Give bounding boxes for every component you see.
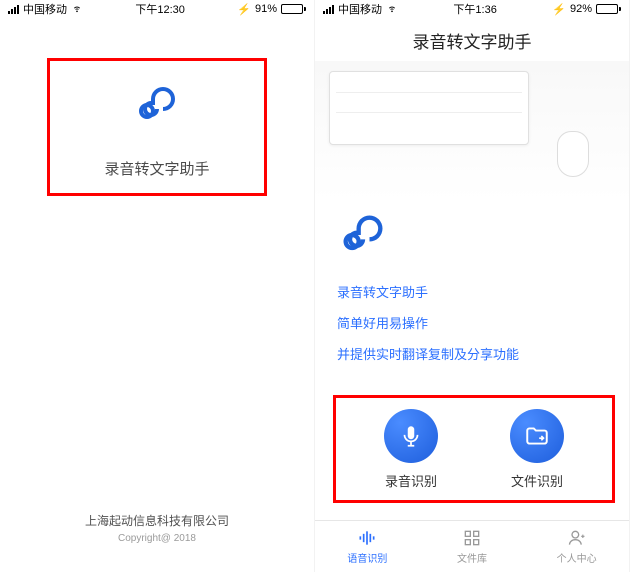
microphone-icon (384, 409, 438, 463)
intro-line-1: 录音转文字助手 (337, 282, 607, 301)
status-time: 下午1:36 (453, 1, 496, 17)
folder-icon (510, 409, 564, 463)
copyright-label: Copyright@ 2018 (0, 533, 314, 544)
app-name-label: 录音转文字助手 (104, 158, 209, 179)
app-logo (337, 248, 389, 265)
intro-line-2: 简单好用易操作 (337, 313, 607, 332)
tab-voice-label: 语音识别 (347, 550, 387, 565)
status-bar: 中国移动 下午12:30 ⚡ 91% (0, 0, 314, 18)
phone-splash-screen: 中国移动 下午12:30 ⚡ 91% 录音转文字助手 上 (0, 0, 315, 572)
signal-icon (8, 5, 19, 14)
charging-icon: ⚡ (237, 3, 251, 16)
phone-main-screen: 中国移动 下午1:36 ⚡ 92% 录音转文字助手 录音转文字助手 (315, 0, 630, 572)
tab-bar: 语音识别 文件库 个人中心 (315, 520, 629, 572)
record-action[interactable]: 录音识别 (384, 409, 438, 490)
highlight-box-actions: 录音识别 文件识别 (333, 395, 615, 503)
keyboard-graphic (329, 71, 529, 145)
tab-files-label: 文件库 (457, 550, 487, 565)
record-label: 录音识别 (385, 471, 437, 490)
battery-icon (596, 4, 621, 14)
tab-me[interactable]: 个人中心 (524, 521, 629, 572)
highlight-box-splash: 录音转文字助手 (47, 58, 267, 196)
wifi-icon (386, 3, 398, 16)
waveform-icon (357, 528, 377, 548)
grid-icon (462, 528, 482, 548)
splash-footer: 上海起动信息科技有限公司 Copyright@ 2018 (0, 512, 314, 544)
tab-me-label: 个人中心 (557, 550, 597, 565)
mouse-graphic (557, 131, 589, 177)
page-title: 录音转文字助手 (315, 18, 629, 61)
charging-icon: ⚡ (552, 3, 566, 16)
tab-voice[interactable]: 语音识别 (315, 521, 420, 572)
hero-image (315, 61, 629, 201)
battery-percent: 91% (255, 3, 277, 15)
battery-percent: 92% (570, 3, 592, 15)
company-label: 上海起动信息科技有限公司 (0, 512, 314, 529)
wifi-icon (71, 3, 83, 16)
person-icon (567, 528, 587, 548)
signal-icon (323, 5, 334, 14)
carrier-label: 中国移动 (23, 1, 67, 17)
status-time: 下午12:30 (135, 1, 185, 17)
tab-files[interactable]: 文件库 (420, 521, 525, 572)
status-bar: 中国移动 下午1:36 ⚡ 92% (315, 0, 629, 18)
file-label: 文件识别 (511, 471, 563, 490)
intro-block: 录音转文字助手 简单好用易操作 并提供实时翻译复制及分享功能 (315, 209, 629, 363)
file-action[interactable]: 文件识别 (510, 409, 564, 490)
app-logo (125, 76, 189, 140)
battery-icon (281, 4, 306, 14)
intro-line-3: 并提供实时翻译复制及分享功能 (337, 344, 607, 363)
carrier-label: 中国移动 (338, 1, 382, 17)
